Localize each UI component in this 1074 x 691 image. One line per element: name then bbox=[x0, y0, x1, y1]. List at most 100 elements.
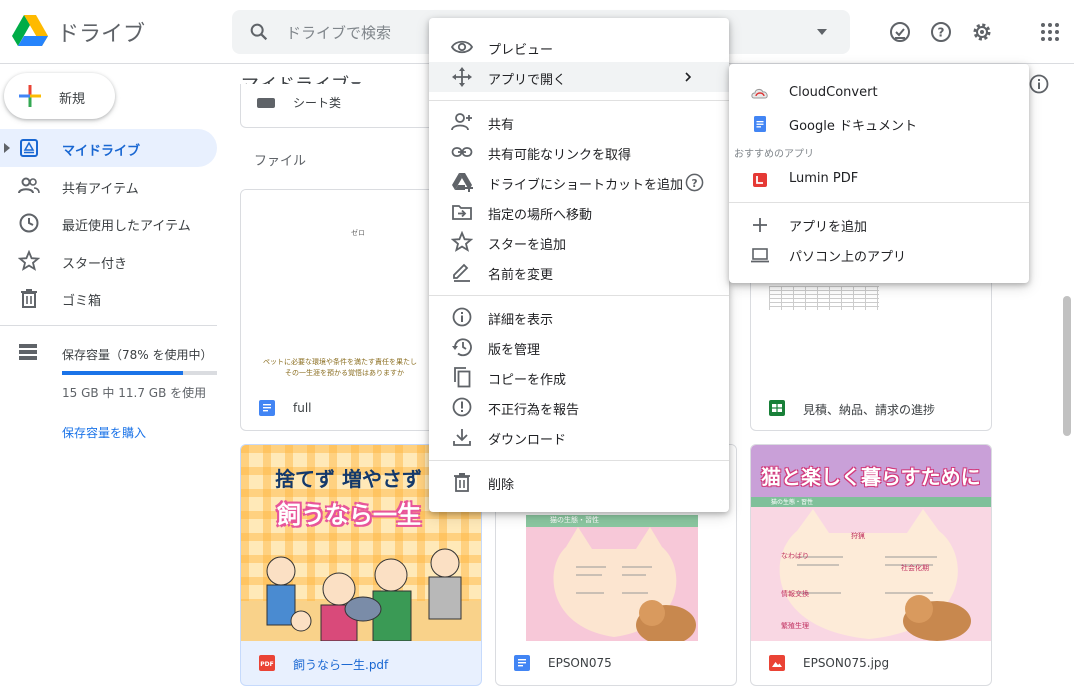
submenu-item-label: Google ドキュメント bbox=[789, 119, 917, 134]
svg-text:PDF: PDF bbox=[260, 661, 273, 668]
lumin-pdf-icon bbox=[751, 171, 769, 189]
scrollbar-thumb[interactable] bbox=[1063, 296, 1071, 436]
report-icon bbox=[451, 396, 473, 418]
copy-icon bbox=[451, 366, 473, 388]
expand-arrow-icon[interactable] bbox=[4, 143, 10, 153]
search-input[interactable]: ドライブで検索 bbox=[286, 22, 391, 43]
menu-item-share[interactable]: 共有 bbox=[429, 107, 729, 137]
menu-item-label: コピーを作成 bbox=[488, 373, 567, 388]
search-options-icon[interactable] bbox=[816, 28, 828, 36]
people-icon bbox=[18, 175, 40, 197]
thumb-text: ペットに必要な環境や条件を満たす責任を果たし bbox=[263, 358, 417, 366]
new-button[interactable]: 新規 bbox=[4, 73, 115, 119]
menu-item-label: プレビュー bbox=[488, 43, 554, 58]
sidebar-item-recent[interactable]: 最近使用したアイテム bbox=[0, 204, 217, 242]
menu-item-open-with[interactable]: アプリで開く bbox=[429, 62, 729, 92]
context-menu: プレビュー アプリで開く 共有 共有可能なリンクを取得 ドライブにショートカット… bbox=[429, 18, 729, 512]
submenu-item-add-app[interactable]: アプリを追加 bbox=[729, 209, 1029, 239]
file-name: EPSON075.jpg bbox=[803, 656, 890, 670]
sidebar-item-label: 最近使用したアイテム bbox=[62, 219, 191, 234]
info-icon[interactable] bbox=[1028, 73, 1050, 95]
info-icon bbox=[451, 306, 473, 328]
menu-item-copy[interactable]: コピーを作成 bbox=[429, 362, 729, 392]
search-icon[interactable] bbox=[248, 21, 270, 43]
app-name[interactable]: ドライブ bbox=[57, 16, 145, 48]
submenu-item-label: パソコン上のアプリ bbox=[789, 250, 907, 265]
submenu-separator bbox=[729, 202, 1029, 203]
help-icon[interactable]: ? bbox=[929, 20, 953, 44]
drive-shortcut-icon bbox=[451, 171, 473, 193]
submenu-item-lumin-pdf[interactable]: Lumin PDF bbox=[729, 164, 1029, 194]
menu-item-add-star[interactable]: スターを追加 bbox=[429, 227, 729, 257]
svg-text:?: ? bbox=[938, 26, 945, 40]
cloudconvert-icon bbox=[751, 85, 769, 103]
files-section-label: ファイル bbox=[254, 154, 307, 169]
menu-item-delete[interactable]: 削除 bbox=[429, 467, 729, 497]
apps-grid-icon[interactable] bbox=[1038, 20, 1062, 44]
settings-gear-icon[interactable] bbox=[970, 20, 994, 44]
menu-item-label: 名前を変更 bbox=[488, 268, 554, 283]
menu-item-report-abuse[interactable]: 不正行為を報告 bbox=[429, 392, 729, 422]
menu-item-label: ダウンロード bbox=[488, 433, 567, 448]
plus-icon bbox=[751, 216, 769, 234]
star-icon bbox=[451, 231, 473, 253]
sidebar-item-label: 共有アイテム bbox=[62, 182, 139, 197]
folder-card[interactable]: シート类 bbox=[240, 84, 440, 128]
storage-label[interactable]: 保存容量（78% を使用中） bbox=[62, 346, 213, 363]
menu-item-download[interactable]: ダウンロード bbox=[429, 422, 729, 452]
menu-separator bbox=[429, 295, 729, 296]
thumb-text: 猫と楽しく暮らすために bbox=[761, 465, 981, 489]
sheet-thumbnail-grid bbox=[769, 286, 879, 310]
menu-item-rename[interactable]: 名前を変更 bbox=[429, 257, 729, 287]
submenu-item-cloudconvert[interactable]: CloudConvert bbox=[729, 78, 1029, 108]
image-file-icon bbox=[769, 655, 785, 671]
thumb-text: 社会化期 bbox=[901, 564, 929, 572]
sidebar-item-label: ゴミ箱 bbox=[62, 294, 102, 309]
submenu-item-computer-apps[interactable]: パソコン上のアプリ bbox=[729, 239, 1029, 269]
submenu-item-google-docs[interactable]: Google ドキュメント bbox=[729, 108, 1029, 138]
menu-item-get-link[interactable]: 共有可能なリンクを取得 bbox=[429, 137, 729, 167]
menu-item-move-to[interactable]: 指定の場所へ移動 bbox=[429, 197, 729, 227]
menu-item-label: 削除 bbox=[488, 478, 515, 493]
menu-item-label: 詳細を表示 bbox=[488, 313, 554, 328]
file-name: full bbox=[293, 401, 312, 415]
menu-separator bbox=[429, 460, 729, 461]
menu-item-add-shortcut[interactable]: ドライブにショートカットを追加 ? bbox=[429, 167, 729, 197]
open-with-submenu: CloudConvert Google ドキュメント おすすめのアプリ Lumi… bbox=[729, 64, 1029, 283]
menu-item-label: アプリで開く bbox=[488, 73, 567, 88]
thumb-text: 猫の生態・習性 bbox=[771, 499, 814, 506]
help-circle-icon[interactable]: ? bbox=[685, 173, 704, 192]
sidebar-item-shared[interactable]: 共有アイテム bbox=[0, 167, 217, 205]
submenu-item-label: CloudConvert bbox=[789, 85, 878, 100]
person-add-icon bbox=[451, 111, 473, 133]
offline-check-icon[interactable] bbox=[888, 20, 912, 44]
file-name: EPSON075 bbox=[548, 656, 612, 670]
submenu-item-label: Lumin PDF bbox=[789, 171, 859, 186]
menu-item-preview[interactable]: プレビュー bbox=[429, 32, 729, 62]
menu-item-versions[interactable]: 版を管理 bbox=[429, 332, 729, 362]
sidebar-item-my-drive[interactable]: マイドライブ bbox=[0, 129, 217, 167]
cat-head-illustration bbox=[553, 527, 696, 641]
menu-item-label: 不正行為を報告 bbox=[488, 403, 580, 418]
storage-icon bbox=[18, 343, 38, 361]
drive-logo-icon[interactable] bbox=[12, 15, 48, 47]
star-icon bbox=[18, 250, 40, 272]
thumb-text: 狩猟 bbox=[851, 532, 865, 540]
pencil-icon bbox=[451, 261, 473, 283]
thumb-text: 飼うなら一生 bbox=[277, 501, 421, 529]
suggested-apps-header: おすすめのアプリ bbox=[734, 149, 814, 160]
sidebar-item-label: スター付き bbox=[62, 257, 128, 272]
menu-item-label: スターを追加 bbox=[488, 238, 567, 253]
buy-storage-link[interactable]: 保存容量を購入 bbox=[62, 424, 146, 441]
thumb-text: 猫の生態・習性 bbox=[550, 516, 599, 524]
menu-separator bbox=[429, 100, 729, 101]
folder-move-icon bbox=[451, 201, 473, 223]
move-arrows-icon bbox=[451, 66, 473, 88]
file-name: 飼うなら一生.pdf bbox=[293, 658, 389, 672]
menu-item-label: 共有可能なリンクを取得 bbox=[488, 148, 632, 163]
menu-item-details[interactable]: 詳細を表示 bbox=[429, 302, 729, 332]
sidebar-item-trash[interactable]: ゴミ箱 bbox=[0, 279, 217, 317]
chevron-right-icon bbox=[685, 72, 691, 82]
file-card-epson075-jpg[interactable]: 猫と楽しく暮らすために 猫の生態・習性 狩猟 なわばり 社会化期 情報交換 繁殖… bbox=[750, 444, 992, 686]
sidebar-item-starred[interactable]: スター付き bbox=[0, 242, 217, 280]
